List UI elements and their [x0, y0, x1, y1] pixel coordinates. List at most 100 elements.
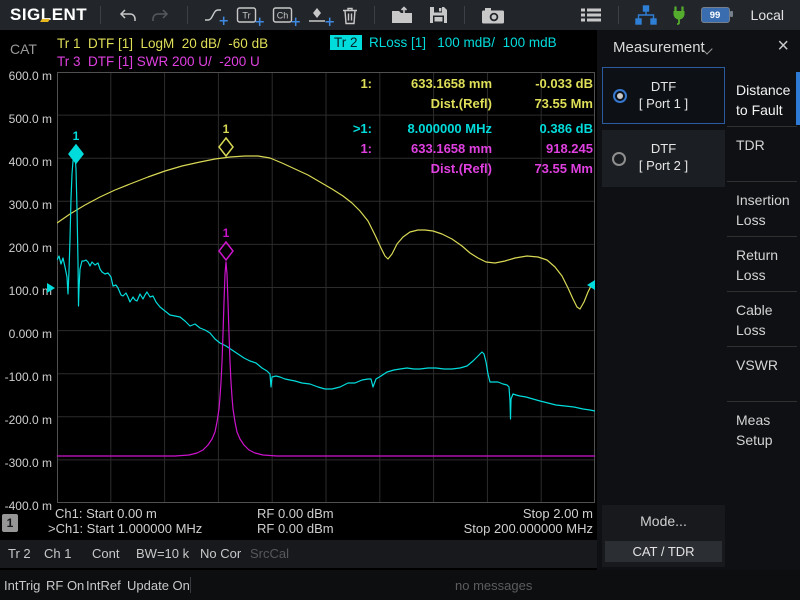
- channel-row-frequency: >Ch1: Start 1.000000 MHz RF 0.00 dBm Sto…: [0, 521, 597, 536]
- redo-icon[interactable]: [151, 8, 171, 23]
- measurement-menu: Distance to FaultTDRInsertion LossReturn…: [727, 72, 797, 457]
- marker-readout-row: >1:8.000000 MHz0.386 dB: [330, 121, 593, 141]
- trace2-ref-level-arrow-right[interactable]: [587, 280, 595, 290]
- menu-item-vswr[interactable]: VSWR: [727, 347, 797, 402]
- mode-label: CAT: [10, 41, 37, 57]
- toolbar-separator: [100, 6, 101, 24]
- sidebar-header: Measurement ×: [597, 30, 800, 64]
- y-axis-label: 400.0 m: [0, 156, 52, 169]
- toolbar-separator: [374, 6, 375, 24]
- y-axis-label: 500.0 m: [0, 113, 52, 126]
- trace2-legend[interactable]: Tr 2 RLoss [1] 100 mdB/ 100 mdB: [330, 35, 557, 50]
- menu-item-tdr[interactable]: TDR: [727, 127, 797, 182]
- sna-screen: SIGLENT + Tr + Ch + +: [0, 0, 800, 600]
- y-axis-label: 0.000 m: [0, 328, 52, 341]
- radio-selected-icon[interactable]: [613, 89, 627, 103]
- save-icon[interactable]: [429, 6, 448, 24]
- menu-item-return-loss[interactable]: Return Loss: [727, 237, 797, 292]
- power-status-icon[interactable]: [671, 5, 687, 25]
- delete-icon[interactable]: [342, 6, 358, 25]
- undo-icon[interactable]: [117, 8, 137, 23]
- stop-value: Stop 200.000000 MHz: [464, 521, 593, 536]
- status-item[interactable]: BW=10 k: [136, 546, 189, 561]
- status-item[interactable]: Cont: [92, 546, 119, 561]
- menu-item-meas-setup[interactable]: Meas Setup: [727, 402, 797, 457]
- marker-label-tr2: 1: [73, 129, 80, 143]
- marker-readout-row: Dist.(Refl)73.55 Mm: [330, 96, 593, 116]
- add-marker-icon[interactable]: +: [308, 6, 328, 24]
- toolbar-separator: [464, 6, 465, 24]
- marker-label-tr3: 1: [223, 226, 230, 240]
- system-status-item: IntTrig: [4, 578, 40, 593]
- y-axis-labels: 600.0 m 500.0 m 400.0 m 300.0 m 200.0 m 100.0…: [0, 72, 52, 504]
- menu-list-icon[interactable]: [580, 7, 602, 23]
- local-remote-button[interactable]: Local: [751, 7, 784, 23]
- add-trace-icon[interactable]: Tr +: [236, 6, 258, 24]
- system-status-item: RF On: [46, 578, 84, 593]
- add-trace-icon-label: Tr: [243, 11, 251, 21]
- battery-level: 99: [710, 10, 721, 21]
- dtf-port-option-1[interactable]: DTF[ Port 1 ]: [602, 67, 725, 124]
- radio-unselected-icon[interactable]: [612, 152, 626, 166]
- system-status-bar: no messages IntTrig RF OnIntRef Update On: [0, 570, 800, 600]
- marker-label-tr1: 1: [223, 122, 230, 136]
- plus-badge: +: [254, 16, 265, 29]
- toolbar-separator: [618, 6, 619, 24]
- status-item[interactable]: No Cor: [200, 546, 241, 561]
- marker-readout-row: 1:633.1658 mm-0.033 dB: [330, 76, 593, 96]
- plus-badge: +: [324, 16, 335, 29]
- battery-status-icon: 99: [701, 7, 730, 23]
- channel-info: Ch1: Start 0.00 m RF 0.00 dBm Stop 2.00 …: [0, 505, 597, 539]
- y-axis-label: -200.0 m: [0, 414, 52, 427]
- marker-diamond-tr1[interactable]: [219, 138, 233, 156]
- y-axis-label: 200.0 m: [0, 242, 52, 255]
- mode-panel: Mode... CAT / TDR: [602, 505, 725, 567]
- trace1-legend[interactable]: Tr 1 DTF [1] LogM 20 dB/ -60 dB: [57, 36, 268, 51]
- rf-power: RF 0.00 dBm: [257, 521, 334, 536]
- trace2-ref-level-arrow-left[interactable]: [47, 283, 55, 293]
- y-axis-label: -300.0 m: [0, 457, 52, 470]
- screenshot-icon[interactable]: [481, 7, 505, 24]
- marker-readout-row: Dist.(Refl)73.55 Mm: [330, 161, 593, 181]
- y-axis-label: 100.0 m: [0, 285, 52, 298]
- y-axis-label: 300.0 m: [0, 199, 52, 212]
- status-divider: [190, 577, 191, 593]
- siglent-logo: SIGLENT: [10, 5, 87, 25]
- status-item[interactable]: SrcCal: [250, 546, 289, 561]
- trace-status-bar: Tr 2 Ch 1 Cont BW=10 k No Cor SrcCal: [0, 540, 597, 568]
- channel-badge[interactable]: 1: [2, 514, 18, 532]
- plus-badge: +: [290, 16, 301, 29]
- menu-item-cable-loss[interactable]: Cable Loss: [727, 292, 797, 347]
- status-item[interactable]: Tr 2: [8, 546, 31, 561]
- add-channel-icon[interactable]: Ch +: [272, 6, 294, 24]
- marker-readout: 1:633.1658 mm-0.033 dBDist.(Refl)73.55 M…: [330, 76, 593, 181]
- menu-item-insertion-loss[interactable]: Insertion Loss: [727, 182, 797, 237]
- active-trace-chip[interactable]: Tr 2: [330, 35, 362, 50]
- marker-diamond-tr2[interactable]: [69, 145, 83, 163]
- mode-label: Mode...: [602, 513, 725, 529]
- system-status-item: IntRef: [86, 578, 121, 593]
- recall-folder-icon[interactable]: [391, 6, 415, 25]
- message-area: no messages: [455, 578, 532, 593]
- sidebar-title[interactable]: Measurement: [613, 39, 705, 56]
- trace3-legend[interactable]: Tr 3 DTF [1] SWR 200 U/ -200 U: [57, 54, 260, 69]
- lan-status-icon[interactable]: [635, 5, 657, 25]
- measurement-sidebar: Measurement × DTF[ Port 1 ] DTF[ Port 2 ]…: [597, 30, 800, 570]
- channel-row-distance: Ch1: Start 0.00 m RF 0.00 dBm Stop 2.00 …: [0, 506, 597, 521]
- menu-item-distance-to-fault[interactable]: Distance to Fault: [727, 72, 797, 127]
- toolbar: SIGLENT + Tr + Ch + +: [0, 0, 800, 30]
- y-axis-label: 600.0 m: [0, 70, 52, 83]
- marker-readout-row: 1:633.1658 mm918.245: [330, 141, 593, 161]
- stop-value: Stop 2.00 m: [523, 506, 593, 521]
- add-limit-curve-icon[interactable]: +: [204, 7, 222, 23]
- rf-power: RF 0.00 dBm: [257, 506, 334, 521]
- start-value: Ch1: Start 0.00 m: [55, 506, 157, 521]
- toolbar-separator: [187, 6, 188, 24]
- system-status-item: Update On: [127, 578, 190, 593]
- cat-tdr-mode-button[interactable]: CAT / TDR: [605, 541, 722, 562]
- close-icon[interactable]: ×: [777, 33, 789, 59]
- plus-badge: +: [218, 15, 229, 28]
- dtf-port-option-2[interactable]: DTF[ Port 2 ]: [602, 130, 725, 187]
- status-item[interactable]: Ch 1: [44, 546, 71, 561]
- y-axis-label: -100.0 m: [0, 371, 52, 384]
